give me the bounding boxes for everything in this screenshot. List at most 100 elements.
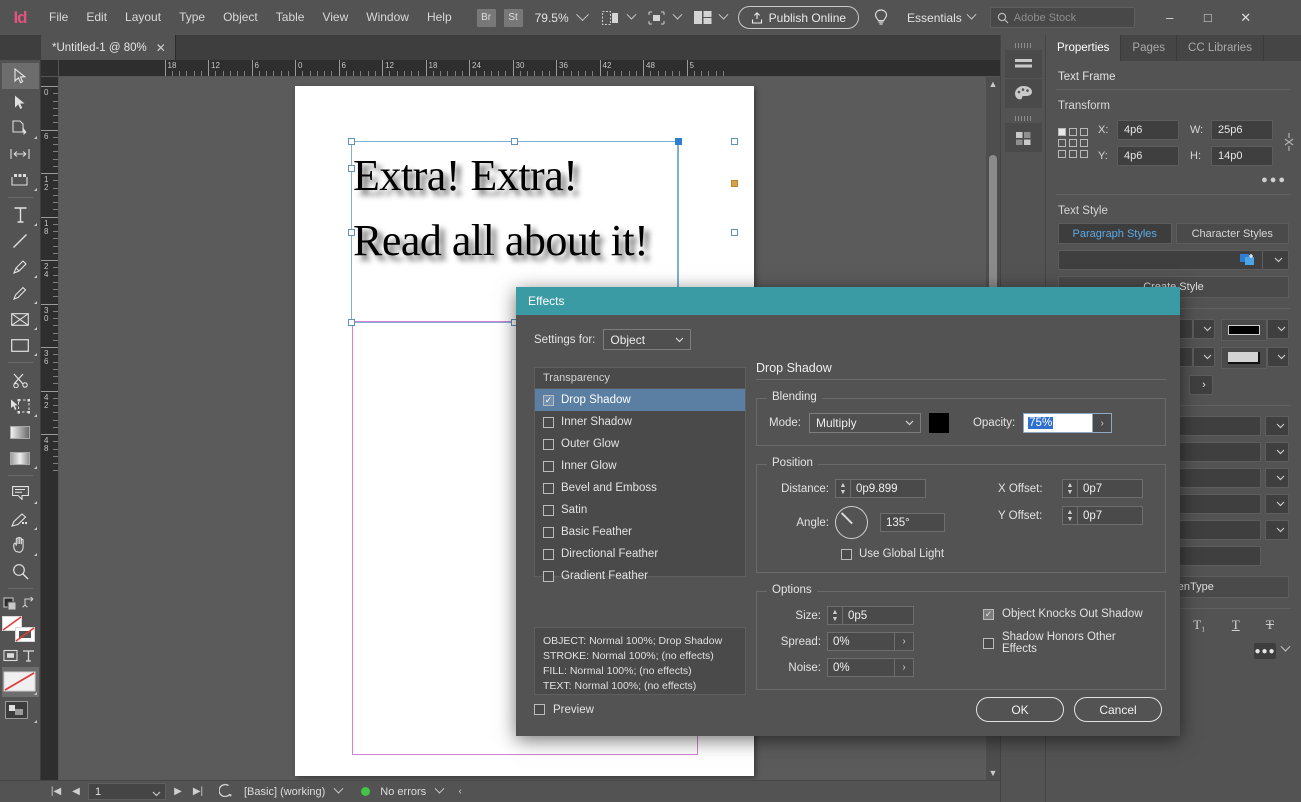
shadow-color-swatch[interactable] — [928, 413, 949, 433]
effects-dialog[interactable]: Effects Settings for: Object Transparenc… — [516, 287, 1180, 736]
color-panel-icon[interactable] — [1005, 79, 1042, 108]
preview-checkbox[interactable] — [534, 704, 545, 715]
tool-direct-selection[interactable] — [2, 89, 39, 115]
h-field[interactable]: 14p0 — [1211, 146, 1273, 166]
tool-line[interactable] — [2, 228, 39, 254]
effect-item-drop-shadow[interactable]: Drop Shadow — [535, 389, 745, 411]
font-style-chevron-icon[interactable] — [1265, 442, 1289, 462]
tool-type[interactable] — [2, 202, 39, 228]
fill-swatch-chevron-icon[interactable] — [1267, 319, 1289, 339]
zoom-dropdown-chevron-icon[interactable] — [575, 8, 589, 22]
next-page-icon[interactable]: ▶ — [170, 786, 186, 797]
menu-help[interactable]: Help — [418, 0, 461, 35]
use-global-light-checkbox[interactable] — [841, 548, 852, 560]
workspace-switcher-label[interactable]: Essentials — [907, 11, 962, 25]
errors-chevron-icon[interactable] — [434, 783, 445, 794]
menu-type[interactable]: Type — [170, 0, 214, 35]
style-dropdown-chevron-icon[interactable] — [1263, 250, 1289, 270]
arrange-documents-chevron-icon[interactable] — [718, 9, 729, 20]
menu-table[interactable]: Table — [267, 0, 314, 35]
tool-gap[interactable] — [2, 141, 39, 167]
tool-gradient-feather[interactable] — [2, 445, 39, 471]
settings-for-select[interactable]: Object — [603, 329, 692, 350]
page-select-chevron-icon[interactable] — [152, 788, 161, 800]
effect-item-inner-shadow[interactable]: Inner Shadow — [535, 411, 745, 433]
paragraph-styles-button[interactable]: Paragraph Styles — [1058, 223, 1172, 244]
tool-scissors[interactable] — [2, 367, 39, 393]
workspace-chevron-icon[interactable] — [966, 9, 977, 20]
rail-grip-2[interactable] — [1005, 114, 1041, 123]
publish-online-button[interactable]: Publish Online — [737, 6, 860, 29]
distance-stepper[interactable]: ▲ ▼ — [835, 479, 850, 498]
cc-libraries-panel-icon[interactable] — [1005, 123, 1042, 152]
previous-page-icon[interactable]: ◀ — [68, 786, 84, 797]
screen-mode-icon[interactable] — [600, 9, 622, 27]
menu-layout[interactable]: Layout — [116, 0, 170, 35]
menu-view[interactable]: View — [313, 0, 357, 35]
tool-content-collector[interactable] — [2, 167, 39, 193]
adobe-stock-search[interactable]: Adobe Stock — [989, 7, 1135, 28]
tool-pen[interactable] — [2, 254, 39, 280]
handle-overset-indicator[interactable] — [731, 180, 738, 187]
stroke-weight-chevron-icon[interactable] — [1193, 319, 1215, 339]
noise-field[interactable]: 0% — [827, 658, 895, 677]
subscript-button[interactable]: T₁ — [1193, 617, 1205, 633]
x-offset-stepper[interactable]: ▲ ▼ — [1062, 479, 1077, 498]
effect-item-basic-feather[interactable]: Basic Feather — [535, 521, 745, 543]
x-field[interactable]: 4p6 — [1117, 120, 1179, 140]
stroke-swatch[interactable] — [1221, 347, 1267, 369]
tool-fill-stroke-toggle[interactable] — [2, 593, 39, 615]
tool-normal-view-mode[interactable] — [2, 697, 39, 725]
tool-formatting-affects[interactable] — [2, 645, 39, 667]
effect-checkbox-directional-feather[interactable] — [543, 548, 554, 560]
menu-file[interactable]: File — [40, 0, 77, 35]
effect-item-outer-glow[interactable]: Outer Glow — [535, 433, 745, 455]
effect-item-bevel-and-emboss[interactable]: Bevel and Emboss — [535, 477, 745, 499]
opacity-input[interactable]: 75% — [1023, 413, 1094, 433]
appearance-more-icon[interactable]: › — [1189, 375, 1213, 395]
tab-close-icon[interactable]: ✕ — [156, 41, 166, 55]
effect-item-inner-glow[interactable]: Inner Glow — [535, 455, 745, 477]
tool-rectangle[interactable] — [2, 332, 39, 358]
effect-checkbox-drop-shadow[interactable] — [543, 394, 554, 406]
font-family-chevron-icon[interactable] — [1265, 416, 1289, 436]
spread-field[interactable]: 0% — [827, 632, 895, 651]
status-expand-icon[interactable]: ‹ — [452, 786, 468, 797]
y-offset-stepper[interactable]: ▲ ▼ — [1062, 506, 1077, 525]
leading-chevron-icon[interactable] — [1265, 468, 1289, 488]
effect-checkbox-outer-glow[interactable] — [543, 438, 554, 450]
shadow-honors-other-effects-checkbox[interactable] — [983, 637, 994, 649]
lightbulb-icon[interactable] — [869, 6, 893, 30]
angle-dial[interactable] — [835, 506, 868, 539]
bridge-icon[interactable]: Br — [476, 8, 496, 27]
tab-properties[interactable]: Properties — [1046, 35, 1122, 61]
tool-eyedropper[interactable] — [2, 506, 39, 532]
angle-field[interactable]: 135° — [880, 513, 945, 532]
panel-more-options-icon[interactable]: ●●● — [1254, 643, 1276, 659]
rail-grip-1[interactable] — [1005, 41, 1041, 50]
pages-panel-icon[interactable] — [1005, 50, 1042, 79]
handle-bottom-left[interactable] — [348, 319, 355, 326]
tool-pencil[interactable] — [2, 280, 39, 306]
close-button[interactable]: ✕ — [1227, 3, 1265, 33]
tool-apply-none[interactable] — [1, 667, 39, 697]
maximize-button[interactable]: □ — [1189, 3, 1227, 33]
tool-selection[interactable] — [1, 63, 39, 89]
noise-slider-arrow-icon[interactable]: › — [895, 658, 914, 677]
object-knocks-out-shadow-checkbox[interactable] — [983, 608, 994, 620]
tool-frame-rectangle[interactable] — [2, 306, 39, 332]
style-name-field[interactable] — [1058, 250, 1263, 270]
size-stepper[interactable]: ▲ ▼ — [827, 606, 842, 625]
cancel-button[interactable]: Cancel — [1074, 697, 1162, 722]
menu-window[interactable]: Window — [357, 0, 418, 35]
zoom-level-value[interactable]: 79.5% — [527, 11, 569, 25]
view-options-chevron-icon[interactable] — [672, 9, 683, 20]
scroll-down-icon[interactable]: ▼ — [986, 766, 1000, 780]
menu-object[interactable]: Object — [214, 0, 267, 35]
strikethrough-button[interactable]: Ŧ — [1266, 617, 1274, 633]
fill-swatch[interactable] — [1221, 319, 1267, 341]
page-number-select[interactable]: 1 — [88, 783, 166, 800]
stock-icon[interactable]: St — [503, 8, 523, 27]
minimize-button[interactable]: – — [1151, 3, 1189, 33]
distance-field[interactable]: 0p9.899 — [850, 479, 926, 498]
